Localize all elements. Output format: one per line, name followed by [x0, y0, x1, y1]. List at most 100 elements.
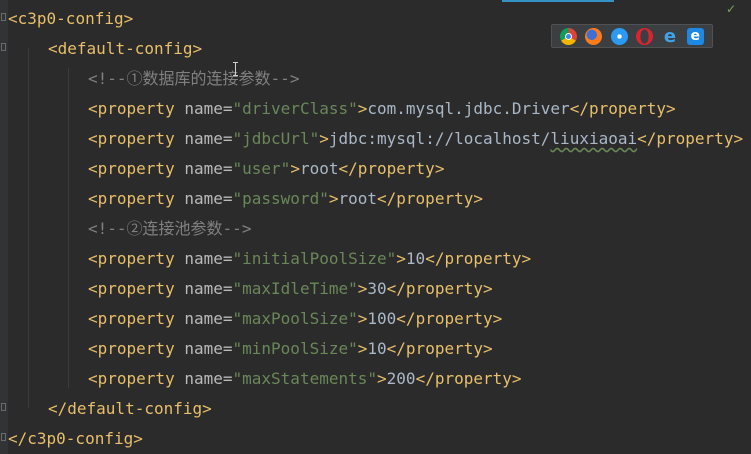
tag-name: default-config [57, 39, 193, 58]
quote: " [319, 189, 329, 208]
property-value: 10 [405, 249, 426, 268]
quote: " [348, 339, 358, 358]
comment-close: --> [270, 69, 300, 88]
quote: " [232, 369, 243, 388]
fold-marker-icon[interactable] [1, 433, 6, 441]
property-value: 100 [367, 309, 397, 328]
tag-open: <property [88, 249, 175, 268]
quote: " [232, 279, 243, 298]
tag-close: </property> [637, 129, 744, 148]
tag-bracket: > [133, 429, 143, 448]
tag-bracket: > [202, 399, 212, 418]
property-name: initialPoolSize [242, 249, 387, 268]
attr-name: name= [174, 159, 233, 178]
browser-preview-toolbar: e e [551, 24, 713, 48]
attr-name: name= [174, 249, 233, 268]
quote: " [348, 279, 358, 298]
attr-name: name= [174, 99, 233, 118]
quote: " [348, 309, 358, 328]
attr-name: name= [174, 189, 233, 208]
quote: " [348, 99, 358, 118]
attr-name: name= [174, 369, 233, 388]
tag-open: <property [88, 129, 175, 148]
comment-open: <!-- [88, 69, 127, 88]
tag-bracket: < [48, 39, 58, 58]
comment-open: <!-- [88, 219, 127, 238]
code-line[interactable]: </default-config> [48, 394, 212, 424]
property-value: jdbc:mysql://localhost/ [328, 129, 551, 148]
property-name: driverClass [242, 99, 349, 118]
attr-name: name= [174, 339, 233, 358]
code-editor[interactable]: <c3p0-config> <default-config> <!--①数据库的连接… [0, 0, 751, 454]
tag-open: <property [88, 309, 175, 328]
tag-bracket: > [396, 249, 406, 268]
quote: " [232, 309, 243, 328]
property-name: maxStatements [242, 369, 368, 388]
code-line[interactable]: <property name="maxIdleTime">30</propert… [88, 274, 493, 304]
property-name: maxPoolSize [242, 309, 349, 328]
comment-text: ①数据库的连接参数 [126, 69, 271, 88]
fold-marker-icon[interactable] [1, 403, 6, 411]
code-line[interactable]: <c3p0-config> [8, 4, 133, 34]
inspection-ok-icon[interactable]: ✓ [726, 2, 736, 16]
tag-close: </property> [425, 249, 532, 268]
code-line[interactable]: <property name="driverClass">com.mysql.j… [88, 94, 676, 124]
tag-close: </property> [569, 99, 676, 118]
firefox-icon[interactable] [585, 27, 603, 45]
property-value: 30 [367, 279, 387, 298]
quote: " [232, 99, 243, 118]
tag-open: <property [88, 279, 175, 298]
edge-icon[interactable]: e [686, 27, 704, 45]
indent-guide [28, 48, 29, 408]
ie-icon[interactable]: e [661, 27, 678, 45]
quote: " [232, 249, 243, 268]
code-line[interactable]: <!--②连接池参数--> [88, 214, 251, 244]
tag-open: <property [88, 159, 175, 178]
code-line[interactable]: <!--①数据库的连接参数--> [88, 64, 299, 94]
property-name: jdbcUrl [242, 129, 310, 148]
tag-open: <property [88, 369, 175, 388]
fold-marker-icon[interactable] [1, 13, 6, 21]
property-name: maxIdleTime [242, 279, 349, 298]
attr-name: name= [174, 309, 233, 328]
tag-bracket: > [357, 309, 368, 328]
tag-bracket: > [357, 339, 368, 358]
code-line[interactable]: <default-config> [48, 34, 202, 64]
code-line[interactable]: <property name="jdbcUrl">jdbc:mysql://lo… [88, 124, 743, 154]
quote: " [309, 129, 320, 148]
tag-open: <property [88, 189, 175, 208]
tag-bracket: > [290, 159, 300, 178]
property-value: com.mysql.jdbc.Driver [367, 99, 570, 118]
code-line[interactable]: <property name="maxPoolSize">100</proper… [88, 304, 502, 334]
tag-name: c3p0-config [17, 9, 124, 28]
comment-close: --> [222, 219, 252, 238]
safari-icon[interactable] [610, 27, 628, 45]
property-value: root [299, 159, 339, 178]
tag-bracket: > [377, 369, 387, 388]
quote: " [232, 189, 243, 208]
mouse-cursor-icon [233, 62, 238, 76]
tag-close: </property> [377, 189, 483, 208]
code-line[interactable]: </c3p0-config> [8, 424, 143, 454]
code-line[interactable]: <property name="user">root</property> [88, 154, 444, 184]
fold-marker-icon[interactable] [1, 43, 6, 51]
code-line[interactable]: <property name="initialPoolSize">10</pro… [88, 244, 531, 274]
tag-bracket: > [319, 129, 329, 148]
code-line[interactable]: <property name="minPoolSize">10</propert… [88, 334, 493, 364]
property-value-typo: liuxiaoai [550, 129, 638, 148]
property-value: 10 [367, 339, 387, 358]
property-value: root [338, 189, 378, 208]
property-name: user [242, 159, 281, 178]
opera-icon[interactable] [636, 27, 654, 45]
comment-text: ②连接池参数 [126, 219, 223, 238]
code-line[interactable]: <property name="maxStatements">200</prop… [88, 364, 522, 394]
tag-close: </property> [396, 309, 503, 328]
quote: " [367, 369, 378, 388]
tag-close: </property> [386, 279, 493, 298]
tag-bracket: > [357, 99, 368, 118]
code-line[interactable]: <property name="password">root</property… [88, 184, 483, 214]
tag-bracket: </ [48, 399, 68, 418]
tag-bracket: > [357, 279, 368, 298]
attr-name: name= [174, 279, 233, 298]
chrome-icon[interactable] [560, 27, 578, 45]
